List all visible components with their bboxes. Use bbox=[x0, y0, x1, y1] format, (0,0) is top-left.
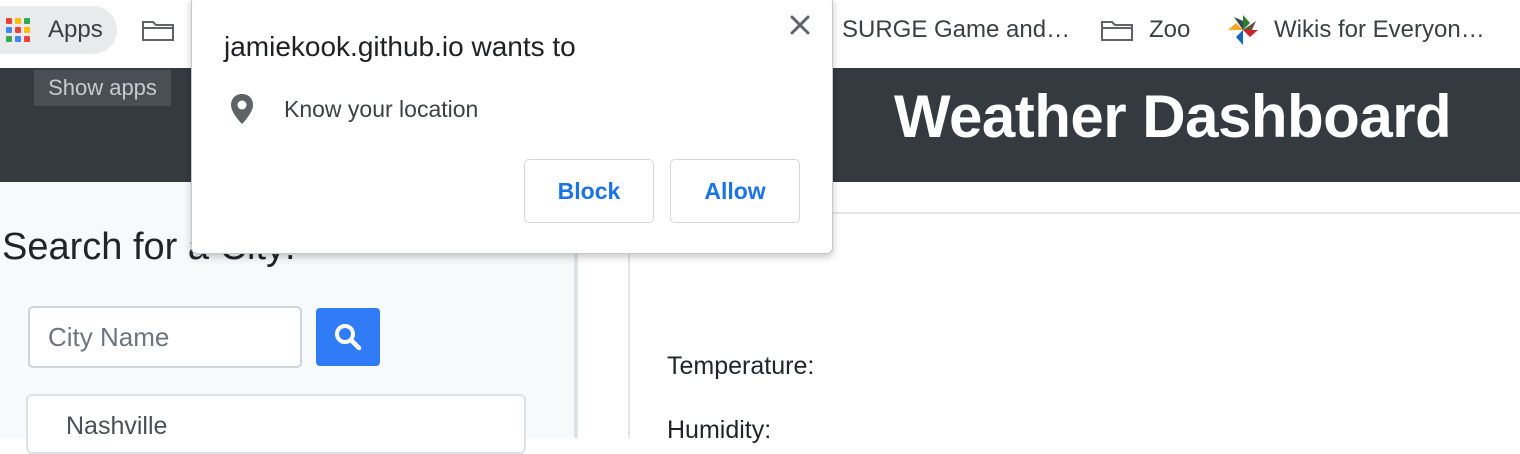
permission-text: Know your location bbox=[284, 95, 479, 122]
humidity-label: Humidity: bbox=[667, 416, 772, 444]
dialog-title: jamiekook.github.io wants to bbox=[224, 31, 576, 62]
close-icon[interactable] bbox=[786, 11, 814, 39]
folder-icon bbox=[1101, 21, 1133, 41]
bookmark-folder-hidden[interactable] bbox=[142, 6, 190, 54]
block-button[interactable]: Block bbox=[524, 159, 654, 223]
apps-tooltip: Show apps bbox=[34, 70, 171, 106]
bookmark-label: Zoo bbox=[1149, 16, 1191, 43]
pinwheel-icon bbox=[1228, 15, 1258, 45]
bookmark-surge[interactable]: SURGE Game and… bbox=[842, 6, 1070, 54]
search-history-item[interactable]: Nashville bbox=[26, 394, 526, 454]
search-button[interactable] bbox=[316, 308, 380, 366]
apps-grid-icon bbox=[6, 18, 30, 42]
location-permission-dialog: jamiekook.github.io wants to Know your l… bbox=[191, 0, 833, 254]
folder-icon bbox=[142, 21, 174, 41]
apps-bookmark[interactable]: Apps bbox=[0, 6, 117, 54]
bookmark-label: SURGE Game and… bbox=[842, 16, 1071, 43]
search-icon bbox=[335, 324, 362, 351]
permission-row: Know your location bbox=[228, 89, 478, 129]
page-title: Weather Dashboard bbox=[894, 83, 1452, 150]
city-search-input[interactable] bbox=[28, 306, 302, 368]
allow-button[interactable]: Allow bbox=[670, 159, 800, 223]
bookmark-wikis[interactable]: Wikis for Everyon… bbox=[1226, 6, 1485, 54]
apps-label: Apps bbox=[48, 16, 103, 43]
bookmark-label: Wikis for Everyon… bbox=[1274, 16, 1485, 43]
bookmark-zoo[interactable]: Zoo bbox=[1101, 6, 1190, 54]
main-top-strip bbox=[832, 182, 1520, 212]
location-pin-icon bbox=[231, 94, 253, 124]
temperature-label: Temperature: bbox=[667, 352, 815, 380]
